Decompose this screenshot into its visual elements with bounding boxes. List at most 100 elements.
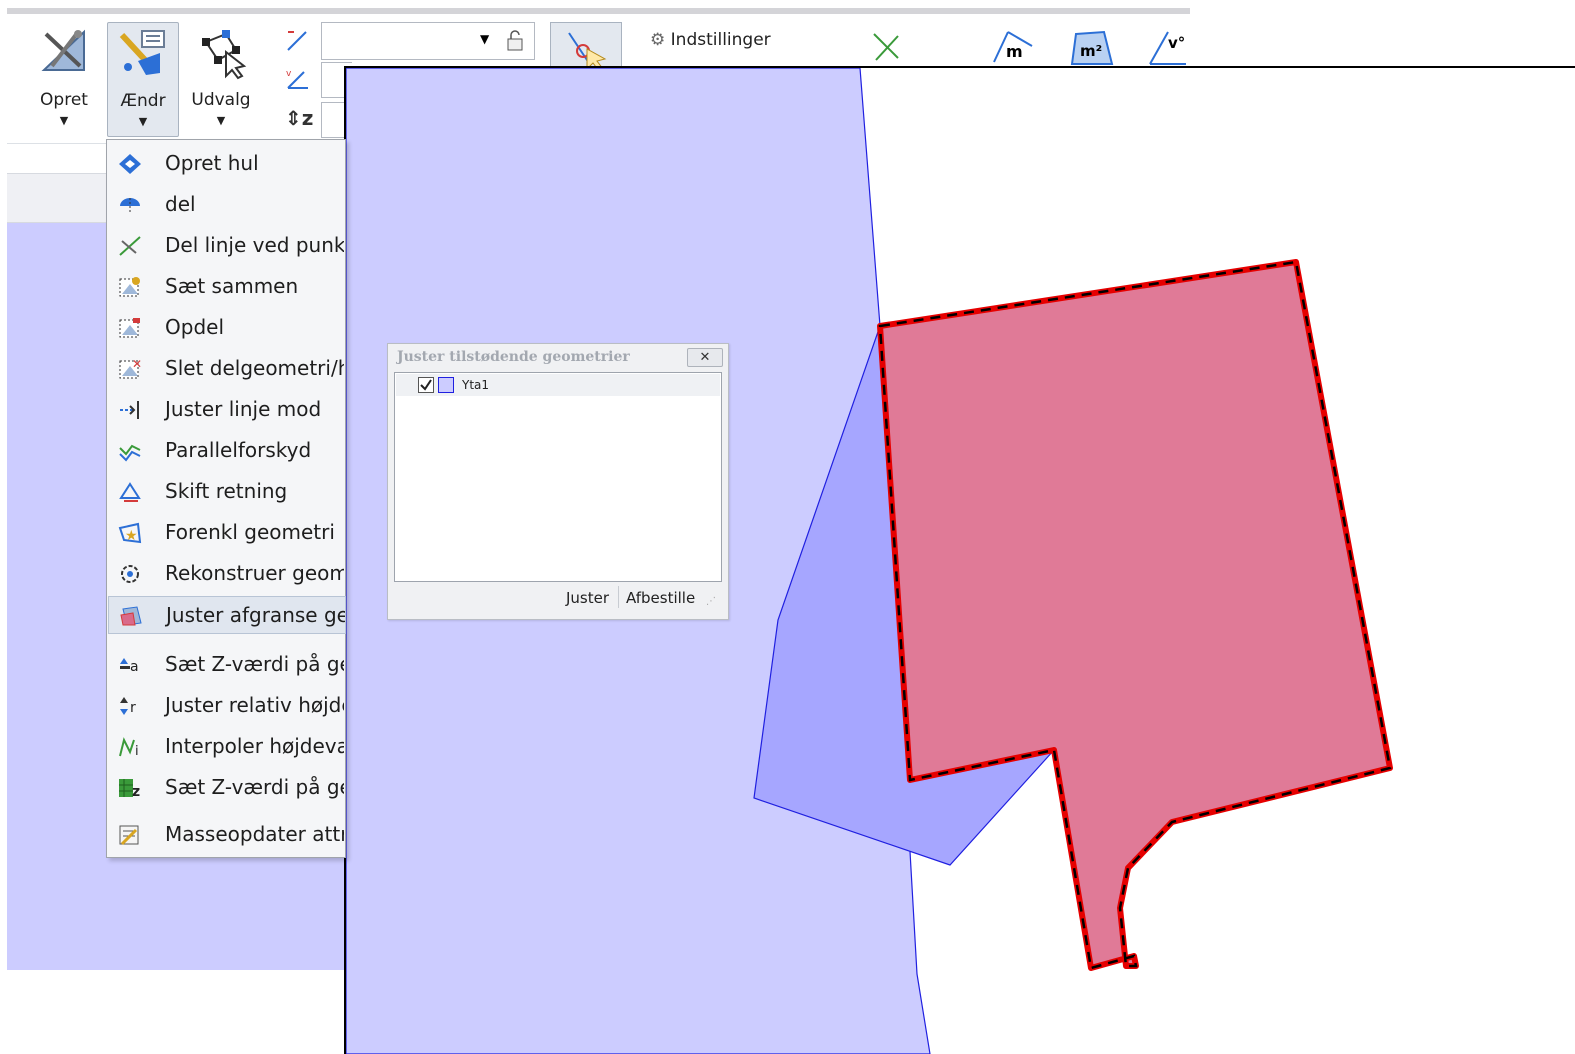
chevron-down-icon: ▼ [59,114,69,127]
svg-text:z: z [132,784,140,799]
menu-item-label: Juster afgranse geo [166,603,346,627]
menu-item-del[interactable]: del [108,186,344,222]
menu-item-juster-linje[interactable]: Juster linje mod [108,391,344,427]
measure-area-button[interactable]: m² [1070,28,1116,66]
settings-button[interactable]: ⚙ Indstillinger [650,30,771,50]
adjust-geometries-dialog: Juster tilstødende geometrier ✕ Yta1 Jus… [387,343,729,620]
set-z-icon: a [120,658,139,675]
menu-item-label: Sæt sammen [165,274,299,298]
lock-icon[interactable] [504,30,526,52]
menu-item-del-linje[interactable]: Del linje ved punkt [108,227,344,263]
menu-item-label: Opdel [165,315,224,339]
menu-item-saet-z-vaerdi[interactable]: a Sæt Z-værdi på geo [108,646,344,682]
menu-item-label: Sæt Z-værdi på geo [165,775,344,799]
parallel-offset-icon [119,444,141,462]
menu-item-opret-hul[interactable]: Opret hul [108,145,344,181]
menu-item-saet-sammen[interactable]: Sæt sammen [108,268,344,304]
z-icon[interactable]: ⇕z [285,106,313,130]
svg-text:i: i [135,744,139,758]
selection-icon [202,30,247,80]
svg-text:✕: ✕ [132,358,142,371]
menu-item-label: Parallelforskyd [165,438,312,462]
dialog-title: Juster tilstødende geometrier [397,349,630,365]
split-line-icon [119,236,141,256]
menu-item-label: Masseopdater attrib [165,822,344,846]
menu-item-parallelforskyd[interactable]: Parallelforskyd [108,432,344,468]
aendr-button[interactable]: Ændr ▼ [107,22,179,137]
cancel-button[interactable]: Afbestille [626,589,695,607]
z-label: z [301,106,314,130]
interpolate-height-icon: i [119,737,139,758]
menu-item-skift-retning[interactable]: Skift retning [108,473,344,509]
extend-line-icon [120,401,139,419]
svg-text:★: ★ [125,528,138,544]
split-icon [120,198,140,214]
menu-item-slet-delgeometri[interactable]: ✕ Slet delgeometri/hu [108,350,344,386]
menu-item-label: Juster relativ højdev [165,693,344,717]
relative-height-icon: r [120,697,136,716]
list-item-label: Yta1 [462,378,490,392]
ruler-compass-icon [41,29,85,71]
menu-item-forenkl[interactable]: ★ Forenkl geometri [108,514,344,550]
menu-item-interpoler[interactable]: i Interpoler højdevær [108,728,344,764]
svg-text:a: a [130,659,139,675]
svg-text:r: r [130,700,136,716]
layer-color-swatch [438,377,454,393]
menu-item-label: del [165,192,196,216]
cursor-select-icon [568,32,607,71]
menu-item-juster-relativ[interactable]: r Juster relativ højdev [108,687,344,723]
snap-dropdown[interactable]: ▼ [321,22,535,60]
checkbox-checked-icon[interactable] [418,377,434,393]
chevron-down-icon: ▼ [138,115,148,128]
menu-item-label: Skift retning [165,479,288,503]
menu-item-label: Sæt Z-værdi på geo [165,652,344,676]
menu-item-saet-z-vaerdi-2[interactable]: z Sæt Z-værdi på geo [108,769,344,805]
measure-angle-label: v° [1168,34,1186,52]
measure-length-label: m [1006,42,1023,61]
aendr-menu: Opret hul del Del linje ved punkt Sæt sa… [106,139,346,858]
aendr-label: Ændr [120,91,166,111]
menu-item-juster-afgranse[interactable]: Juster afgranse geo [108,596,346,634]
snap-cross-icon[interactable] [870,30,906,66]
measure-angle-button[interactable]: v° [1146,28,1188,66]
opret-button[interactable]: Opret ▼ [30,22,98,136]
udvalg-label: Udvalg [191,90,251,110]
set-z-grid-icon: z [119,779,140,799]
simplify-icon: ★ [118,522,142,544]
mass-update-icon [119,825,139,846]
menu-item-label: Slet delgeometri/hu [165,356,344,380]
adjust-button[interactable]: Juster [566,589,609,607]
reconstruct-icon [121,565,139,583]
settings-label: Indstillinger [670,30,771,50]
menu-item-label: Del linje ved punkt [165,233,344,257]
measure-length-button[interactable]: m [990,28,1038,66]
opret-label: Opret [40,90,88,110]
menu-item-label: Rekonstruer geome [165,561,344,585]
merge-icon [119,277,140,297]
edit-geometry-icon [119,30,165,75]
chevron-down-icon: ▼ [216,114,226,127]
close-button[interactable]: ✕ [687,348,723,367]
menu-item-label: Forenkl geometri [165,520,335,544]
adjust-bounding-icon [120,606,142,626]
menu-item-label: Interpoler højdevær [165,734,344,758]
gear-icon: ⚙ [650,30,666,50]
menu-item-rekonstruer[interactable]: Rekonstruer geome [108,555,344,591]
chevron-down-icon: ▼ [480,32,490,46]
menu-item-opdel[interactable]: Opdel [108,309,344,345]
line-tool-icon[interactable] [284,28,312,56]
geometry-list: Yta1 [394,372,722,582]
svg-text:v: v [286,69,292,79]
delete-part-icon: ✕ [119,358,142,379]
explode-icon [119,318,140,338]
button-divider [618,586,619,608]
angle-tool-icon[interactable]: v [284,66,312,94]
resize-grip-icon[interactable]: ⋰ [706,596,720,610]
menu-item-label: Juster linje mod [165,397,322,421]
udvalg-button[interactable]: Udvalg ▼ [186,22,256,136]
list-item[interactable]: Yta1 [396,374,720,396]
menu-item-masseopdater[interactable]: Masseopdater attrib [108,816,344,852]
reverse-direction-icon [119,482,141,502]
create-hole-icon [119,154,141,174]
measure-area-label: m² [1080,42,1103,60]
